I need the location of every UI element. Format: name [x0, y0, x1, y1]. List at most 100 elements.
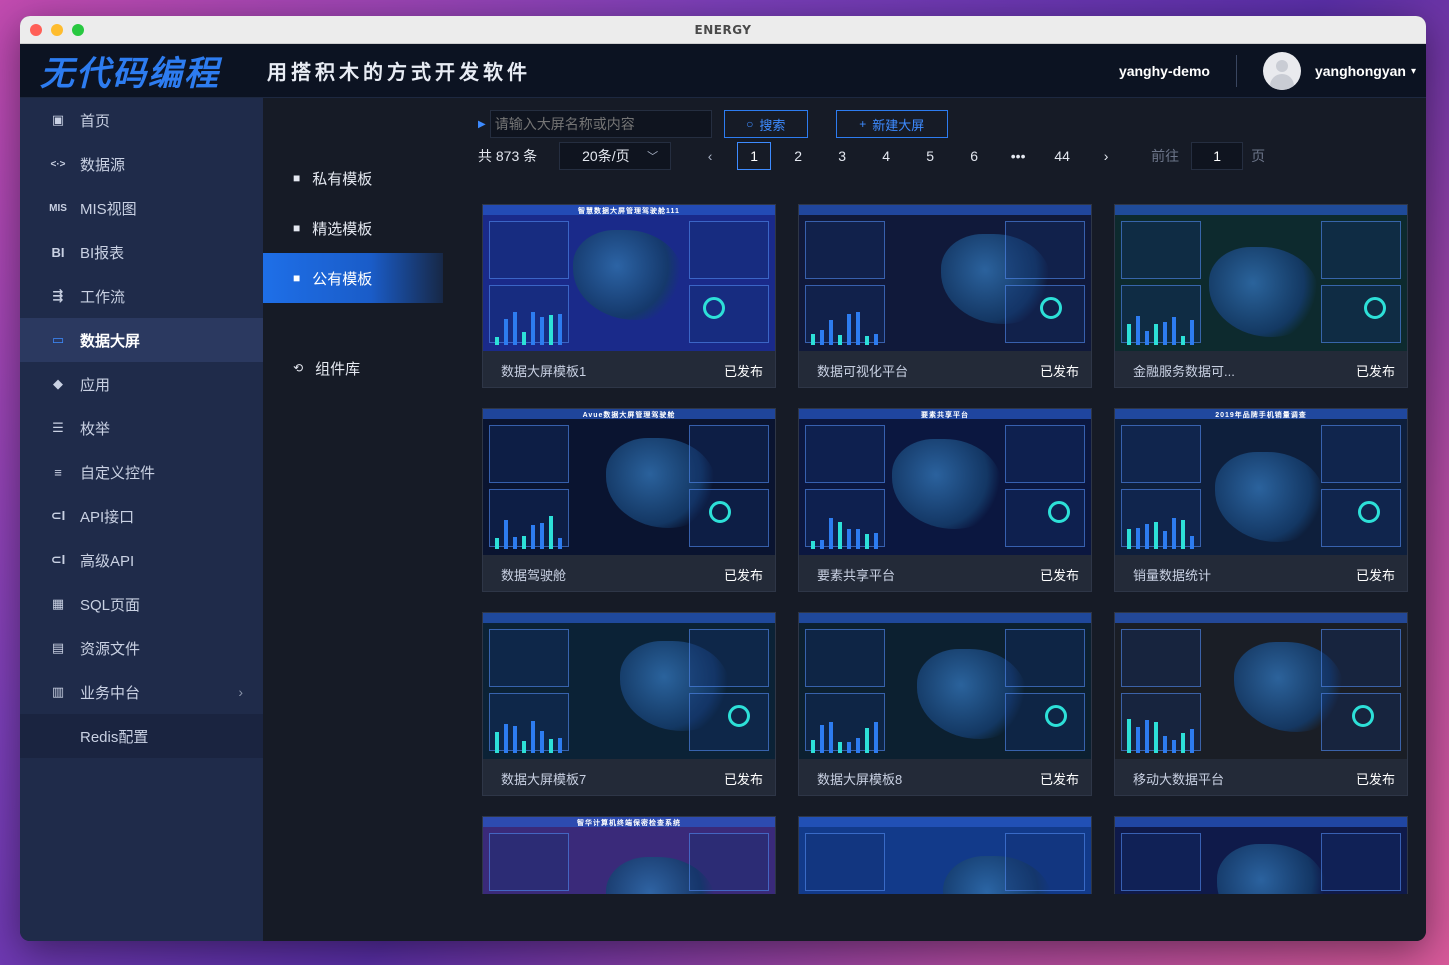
sidebar-item[interactable]: ▣ 首页: [20, 98, 263, 142]
business-center-icon: ▥: [51, 684, 65, 699]
page-number-button[interactable]: 6: [957, 142, 991, 170]
template-thumbnail[interactable]: [799, 817, 1091, 894]
sidebar-item-label: 数据源: [80, 156, 126, 174]
card-footer: 数据大屏模板8 已发布: [799, 759, 1091, 797]
template-card[interactable]: 2019年品牌手机销量调查 销量数据统计 已发布: [1114, 408, 1408, 592]
main-content: ▶ ○ 搜索 + 新建大屏 共 873 条 20条/页 ﹀ ‹ 123456 ••…: [443, 98, 1426, 941]
template-thumbnail[interactable]: [799, 613, 1091, 759]
template-thumbnail[interactable]: [483, 613, 775, 759]
custom-control-icon: ≡: [54, 464, 62, 480]
new-screen-button[interactable]: + 新建大屏: [835, 110, 948, 138]
sidebar-item-label: API接口: [80, 508, 135, 526]
sidebar-item[interactable]: BI BI报表: [20, 230, 263, 274]
sidebar-item-label: BI报表: [80, 244, 125, 262]
card-name: 金融服务数据可...: [1133, 363, 1235, 379]
goto-page-input[interactable]: [1191, 142, 1244, 170]
thumbnail-panel: [689, 425, 769, 483]
thumbnail-panel: [489, 285, 569, 343]
thumbnail-panel: [1005, 489, 1085, 547]
prev-page-button[interactable]: ‹: [693, 142, 727, 170]
page-number-button[interactable]: 1: [737, 142, 772, 170]
page-number-button[interactable]: 5: [913, 142, 947, 170]
page-number-button[interactable]: 4: [869, 142, 903, 170]
thumbnail-bar: [549, 738, 553, 753]
sql-page-icon: ▦: [51, 596, 65, 611]
sidebar-item[interactable]: ≡ 自定义控件: [20, 450, 263, 494]
chevron-down-icon: ﹀: [647, 151, 659, 163]
sidebar-item[interactable]: ▥ 业务中台 ›: [20, 670, 263, 714]
template-thumbnail[interactable]: 2019年品牌手机销量调查: [1115, 409, 1407, 555]
template-thumbnail[interactable]: [1115, 205, 1407, 351]
thumbnail-bar: [1163, 531, 1167, 549]
card-footer: 数据大屏模板7 已发布: [483, 759, 775, 797]
template-card[interactable]: 移动大数据平台 已发布: [1114, 612, 1408, 796]
minimize-window-button[interactable]: [51, 24, 63, 36]
thumbnail-bar: [504, 519, 508, 549]
template-card[interactable]: 数据大屏模板7 已发布: [482, 612, 776, 796]
header-divider: [1235, 55, 1237, 87]
template-card[interactable]: [798, 816, 1092, 894]
thumbnail-bar: [495, 732, 499, 753]
subnav-item[interactable]: ■ 公有模板: [263, 253, 443, 303]
template-card[interactable]: 智华计算机终端保密检查系统: [482, 816, 776, 894]
subnav-item[interactable]: ■ 精选模板: [263, 203, 443, 253]
sidebar-item[interactable]: ⊂I API接口: [20, 494, 263, 538]
template-card[interactable]: [1114, 816, 1408, 894]
thumbnail-header: [1115, 817, 1407, 827]
sidebar-item[interactable]: ▭ 数据大屏: [20, 318, 263, 362]
template-card[interactable]: Avue数据大屏管理驾驶舱 数据驾驶舱 已发布: [482, 408, 776, 592]
template-thumbnail[interactable]: [799, 205, 1091, 351]
page-number-button[interactable]: 44: [1045, 142, 1079, 170]
template-thumbnail[interactable]: 智慧数据大屏管理驾驶舱111: [483, 205, 775, 351]
thumbnail-bar: [558, 537, 562, 549]
sidebar-item[interactable]: <·> 数据源: [20, 142, 263, 186]
template-thumbnail[interactable]: 要素共享平台: [799, 409, 1091, 555]
template-thumbnail[interactable]: 智华计算机终端保密检查系统: [483, 817, 775, 894]
page-size-select[interactable]: 20条/页 ﹀: [559, 142, 672, 170]
thumbnail-bar: [549, 516, 553, 549]
user-name[interactable]: yanghongyan: [1315, 63, 1406, 79]
search-button[interactable]: ○ 搜索: [723, 110, 808, 138]
sidebar-item[interactable]: ▦ SQL页面: [20, 582, 263, 626]
sidebar-item[interactable]: ◆ 应用: [20, 362, 263, 406]
sidebar-item[interactable]: ⇶ 工作流: [20, 274, 263, 318]
template-card[interactable]: 智慧数据大屏管理驾驶舱111 数据大屏模板1 已发布: [482, 204, 776, 388]
thumbnail-header: [1115, 613, 1407, 623]
sidebar-item[interactable]: MIS MIS视图: [20, 186, 263, 230]
template-card[interactable]: 数据可视化平台 已发布: [798, 204, 1092, 388]
tenant-name[interactable]: yanghy-demo: [1119, 63, 1210, 79]
sidebar-item[interactable]: ☰ 枚举: [20, 406, 263, 450]
thumbnail-bar: [549, 315, 553, 345]
template-thumbnail[interactable]: [1115, 817, 1407, 894]
thumbnail-bar: [856, 311, 860, 345]
subnav-item[interactable]: ■ 私有模板: [263, 153, 443, 203]
template-card[interactable]: 数据大屏模板8 已发布: [798, 612, 1092, 796]
titlebar: ENERGY: [20, 16, 1426, 44]
template-card[interactable]: 金融服务数据可... 已发布: [1114, 204, 1408, 388]
logo[interactable]: 无代码编程: [40, 46, 265, 95]
search-input[interactable]: [489, 110, 712, 138]
thumbnail-title: 要素共享平台: [921, 412, 969, 419]
chevron-down-icon[interactable]: ▾: [1411, 66, 1416, 77]
close-window-button[interactable]: [30, 24, 42, 36]
next-page-button[interactable]: ›: [1089, 142, 1123, 170]
page-number-button[interactable]: 3: [825, 142, 859, 170]
template-card[interactable]: 要素共享平台 要素共享平台 已发布: [798, 408, 1092, 592]
zoom-window-button[interactable]: [72, 24, 84, 36]
thumbnail-panel: [489, 425, 569, 483]
app-window: ENERGY 无代码编程 用搭积木的方式开发软件 yanghy-demo yan…: [20, 16, 1426, 941]
card-footer: 销量数据统计 已发布: [1115, 555, 1407, 593]
sidebar-item[interactable]: ▤ 资源文件: [20, 626, 263, 670]
thumbnail-panel: [805, 833, 885, 891]
thumbnail-bar: [1190, 319, 1194, 345]
sidebar-item[interactable]: ⊂I 高级API: [20, 538, 263, 582]
avatar[interactable]: [1262, 52, 1301, 90]
template-thumbnail[interactable]: Avue数据大屏管理驾驶舱: [483, 409, 775, 555]
template-thumbnail[interactable]: [1115, 613, 1407, 759]
sidebar-subitem-redis[interactable]: Redis配置: [20, 714, 263, 758]
search-button-label: 搜索: [759, 117, 786, 133]
page-number-button[interactable]: 2: [781, 142, 815, 170]
template-subnav: ■ 私有模板 ■ 精选模板 ■ 公有模板 ⟲ 组件库: [263, 98, 443, 941]
more-pages-button[interactable]: •••: [1001, 142, 1035, 170]
subnav-item[interactable]: ⟲ 组件库: [263, 343, 443, 393]
